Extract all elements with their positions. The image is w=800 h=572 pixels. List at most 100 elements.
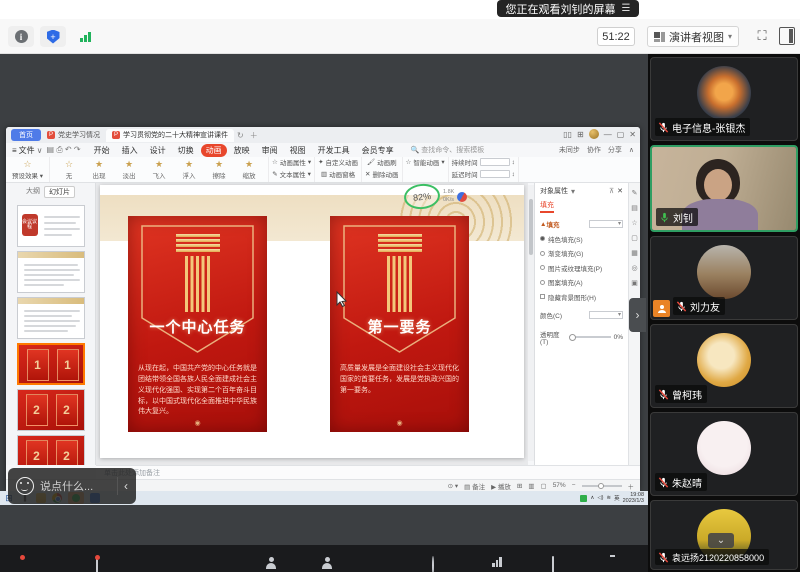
custom-animation-button[interactable]: ✦ 自定义动画 bbox=[318, 157, 358, 167]
fill-option-solid[interactable]: 纯色填充(S) bbox=[540, 234, 623, 244]
more-strip-icon[interactable]: ▣ bbox=[631, 279, 638, 287]
collapse-ribbon-icon[interactable]: ∧ bbox=[629, 146, 634, 154]
hide-background-checkbox[interactable]: 隐藏背景图形(H) bbox=[540, 292, 623, 302]
close-button[interactable]: ✕ bbox=[629, 130, 636, 139]
slide-thumbnail-selected[interactable]: 1 1 bbox=[17, 343, 85, 385]
ribbon-tab-review[interactable]: 审阅 bbox=[257, 144, 283, 157]
ribbon-tab-insert[interactable]: 插入 bbox=[117, 144, 143, 157]
recommend-strip-icon[interactable]: ☆ bbox=[631, 219, 637, 227]
eye-mode-icon[interactable]: ⊙ ▾ bbox=[448, 482, 459, 490]
wps-doc-tab-1[interactable]: P 党史学习情况 bbox=[41, 129, 106, 142]
play-button[interactable]: ▶ 播放 bbox=[491, 481, 511, 491]
slide-thumbnail[interactable]: 会议议程 bbox=[17, 205, 85, 247]
apps-grid-icon[interactable]: ⊞ bbox=[577, 130, 584, 139]
animation-pane-button[interactable]: ▥ 动画窗格 bbox=[321, 169, 355, 179]
ribbon-tab-slideshow[interactable]: 放映 bbox=[229, 144, 255, 157]
notes-bar[interactable]: 单击此处添加备注 bbox=[96, 465, 640, 479]
sync-status[interactable]: 未同步 bbox=[559, 145, 580, 155]
fullscreen-button[interactable]: ⛶ bbox=[753, 27, 771, 45]
tray-expand-icon[interactable]: ∧ bbox=[590, 495, 594, 501]
ribbon-tab-transition[interactable]: 切换 bbox=[173, 144, 199, 157]
split-view-icon[interactable]: ▯▯ bbox=[563, 130, 572, 139]
chat-collapse-icon[interactable]: ‹ bbox=[124, 479, 128, 493]
tray-ime-icon[interactable]: 英 bbox=[614, 494, 620, 502]
fill-option-pattern[interactable]: 图案填充(A) bbox=[540, 277, 623, 287]
slide-thumbnail[interactable] bbox=[17, 297, 85, 339]
preset-fade[interactable]: ★淡出 bbox=[114, 160, 144, 180]
participant-tile[interactable]: 电子信息-张银杰 bbox=[650, 57, 798, 141]
ribbon-tab-view[interactable]: 视图 bbox=[285, 144, 311, 157]
banner-first-priority[interactable]: 第一要务 高质量发展是全面建设社会主义现代化国家的首要任务，发展是党执政兴国的第… bbox=[330, 216, 469, 432]
text-properties-button[interactable]: ✎ 文本属性 ▾ bbox=[272, 169, 311, 179]
preset-none[interactable]: ☆无 bbox=[54, 160, 84, 180]
tray-green-icon[interactable] bbox=[580, 495, 587, 502]
participant-tile-speaking[interactable]: 刘钊 bbox=[650, 145, 798, 232]
outline-tab[interactable]: 大纲 bbox=[26, 186, 40, 198]
preset-effects-button[interactable]: ☆ 预设效果 ▾ bbox=[6, 157, 50, 182]
file-menu[interactable]: ≡ 文件 ∨ bbox=[12, 145, 43, 156]
preset-wipe[interactable]: ★擦除 bbox=[204, 160, 234, 180]
banner-menu-icon[interactable]: ☰ bbox=[622, 3, 631, 14]
refresh-tab-icon[interactable]: ↻ bbox=[237, 131, 244, 140]
tray-network-icon[interactable]: ≋ bbox=[606, 495, 611, 501]
camera-button[interactable] bbox=[96, 557, 98, 572]
wps-account-avatar[interactable] bbox=[589, 129, 599, 139]
color-dropdown[interactable] bbox=[589, 311, 623, 319]
view-read-icon[interactable]: ▢ bbox=[541, 482, 547, 490]
preset-float-in[interactable]: ★浮入 bbox=[174, 160, 204, 180]
current-slide-canvas[interactable]: 一个中心任务 从现在起，中国共产党的中心任务就是团结带领全国各族人民全面建成社会… bbox=[100, 185, 524, 458]
wps-doc-tab-2[interactable]: P 学习贯彻党的二十大精神宣讲课件 bbox=[106, 129, 234, 142]
pin-icon[interactable]: ⊼ bbox=[609, 187, 614, 195]
new-tab-button[interactable]: ＋ bbox=[250, 130, 258, 141]
preset-zoom[interactable]: ★缩放 bbox=[234, 160, 264, 180]
view-mode-button[interactable]: 演讲者视图 ▾ bbox=[647, 26, 739, 47]
zoom-slider[interactable] bbox=[582, 485, 622, 487]
chart-strip-icon[interactable]: ▦ bbox=[631, 249, 638, 257]
duration-field[interactable]: 持续时间↕ bbox=[452, 157, 515, 167]
network-quality-button[interactable] bbox=[72, 26, 98, 47]
minimize-button[interactable]: — bbox=[604, 130, 612, 139]
animation-properties-button[interactable]: ☆ 动画属性 ▾ bbox=[272, 157, 311, 167]
notes-toggle[interactable]: ▤ 备注 bbox=[464, 481, 485, 491]
quick-access-toolbar[interactable]: ▤ ⎙ ↶ ↷ bbox=[47, 145, 81, 155]
slide-thumbnail[interactable]: 2 2 bbox=[17, 435, 85, 465]
fill-option-gradient[interactable]: 渐变填充(G) bbox=[540, 248, 623, 258]
transparency-slider[interactable]: 透明度(T) 0% bbox=[540, 329, 623, 346]
layout-strip-icon[interactable]: ▤ bbox=[631, 204, 638, 212]
ribbon-tab-start[interactable]: 开始 bbox=[89, 144, 115, 157]
properties-strip-icon[interactable]: ✎ bbox=[632, 189, 638, 197]
stats-button[interactable] bbox=[492, 557, 502, 567]
tray-volume-icon[interactable]: ◁) bbox=[597, 495, 603, 501]
participant-tile[interactable]: 刘力友 bbox=[650, 236, 798, 320]
meeting-info-button[interactable]: i bbox=[8, 26, 34, 47]
chat-input[interactable]: 说点什么... bbox=[40, 478, 111, 494]
ribbon-tab-dev[interactable]: 开发工具 bbox=[313, 144, 355, 157]
view-sorter-icon[interactable]: ▥ bbox=[528, 482, 534, 490]
taskbar-clock[interactable]: 19:082023/1/3 bbox=[623, 492, 644, 505]
ribbon-tab-member[interactable]: 会员专享 bbox=[357, 144, 399, 157]
zoom-in-button[interactable]: ＋ bbox=[628, 481, 635, 491]
fill-tab[interactable]: 填充 bbox=[540, 200, 554, 213]
participant-tile[interactable]: 曾柯玮 bbox=[650, 324, 798, 408]
participant-tile[interactable]: 朱赵晴 bbox=[650, 412, 798, 496]
delay-field[interactable]: 延迟时间↕ bbox=[452, 169, 515, 179]
smart-animation-button[interactable]: ☆ 智能动画 ▾ bbox=[406, 157, 445, 167]
fill-type-dropdown[interactable] bbox=[589, 220, 623, 228]
command-search-input[interactable]: 🔍查找命令、搜索模板 bbox=[411, 145, 485, 155]
view-normal-icon[interactable]: ⊞ bbox=[517, 482, 522, 490]
collaborate-button[interactable]: 协作 bbox=[587, 145, 601, 155]
delete-animation-button[interactable]: ✕ 删除动画 bbox=[365, 169, 398, 179]
slide-thumbnail[interactable] bbox=[17, 251, 85, 293]
slides-tab[interactable]: 幻灯片 bbox=[44, 186, 75, 198]
close-pane-icon[interactable]: ✕ bbox=[617, 187, 623, 195]
panel-expand-handle[interactable]: › bbox=[629, 298, 646, 332]
wps-home-tab[interactable]: 首页 bbox=[11, 129, 41, 141]
share-button[interactable]: 分享 bbox=[608, 145, 622, 155]
ribbon-tab-design[interactable]: 设计 bbox=[145, 144, 171, 157]
animation-painter-button[interactable]: 🖌 动画刷 bbox=[367, 157, 397, 167]
emoji-icon[interactable] bbox=[16, 477, 34, 495]
security-button[interactable]: + bbox=[40, 26, 66, 47]
apps-button[interactable] bbox=[552, 557, 554, 572]
banner-central-task[interactable]: 一个中心任务 从现在起，中国共产党的中心任务就是团结带领全国各族人民全面建成社会… bbox=[128, 216, 267, 432]
fill-option-picture[interactable]: 图片或纹理填充(P) bbox=[540, 263, 623, 273]
